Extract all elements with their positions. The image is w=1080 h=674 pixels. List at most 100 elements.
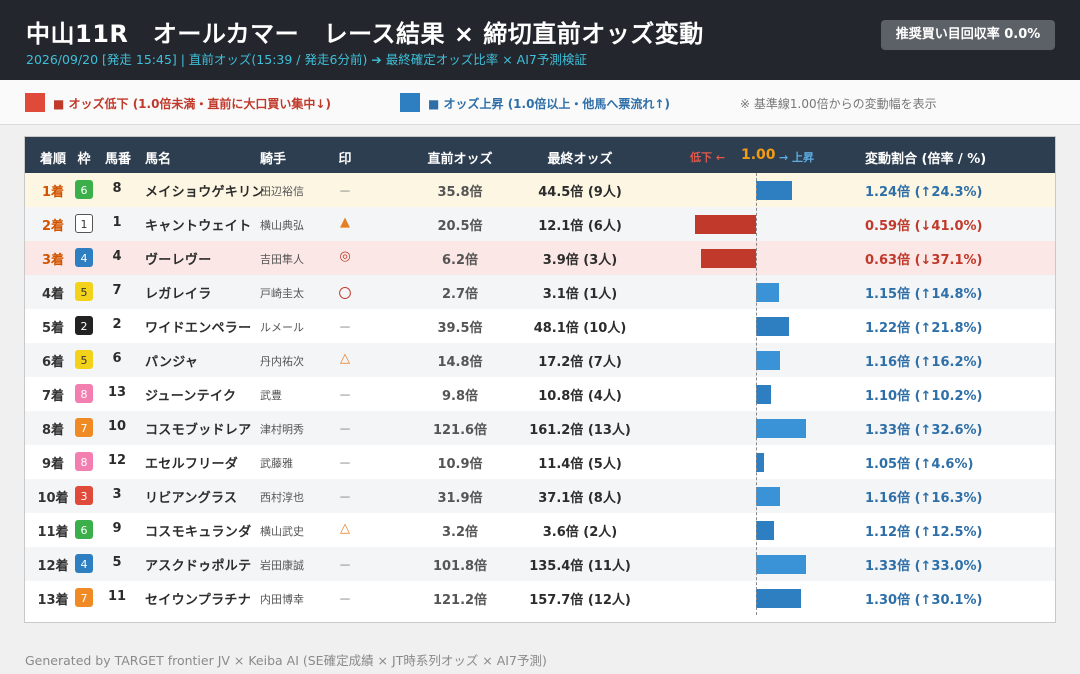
waku-badge: 5 [75, 350, 93, 369]
prediction-mark: － [338, 423, 352, 438]
pre-odds: 101.8倍 [432, 559, 488, 574]
header-waku: 枠 [77, 152, 91, 167]
horse-name: ジューンテイク [145, 389, 237, 404]
header-jockey: 騎手 [260, 152, 287, 167]
table-row: 11着 6 9 コスモキュランダ 横山武史 △ 3.2倍 3.6倍 (2人) 1.12倍 (↑1… [25, 513, 1055, 547]
prediction-mark: ◎ [339, 249, 351, 264]
prediction-mark: ▲ [340, 215, 350, 230]
horse-name: レガレイラ [145, 287, 212, 302]
legend-up-label: ■ オッズ上昇 (1.0倍以上・他馬へ票流れ↑) [428, 97, 670, 111]
jockey-name: 西村淳也 [260, 491, 304, 504]
pre-odds: 121.6倍 [432, 423, 488, 438]
final-odds: 161.2倍 (13人) [529, 423, 631, 438]
axis-down-label: 低下 ← [690, 151, 726, 164]
prediction-mark: － [338, 321, 352, 336]
horse-number: 8 [112, 181, 122, 196]
horse-name: メイショウゲキリン [145, 185, 265, 200]
horse-number: 11 [107, 589, 127, 604]
prediction-mark: 〇 [338, 287, 352, 302]
table-row: 10着 3 3 リビアングラス 西村淳也 － 31.9倍 37.1倍 (8人) 1.16倍 (↑… [25, 479, 1055, 513]
odds-change-bar [756, 181, 792, 200]
rank-cell: 5着 [41, 321, 65, 336]
jockey-name: 武藤雅 [260, 457, 293, 470]
prediction-mark: － [338, 185, 352, 200]
final-odds: 11.4倍 (5人) [538, 457, 622, 472]
odds-change-bar [756, 487, 780, 506]
jockey-name: 津村明秀 [260, 423, 304, 436]
table-row: 12着 4 5 アスクドゥポルテ 岩田康誠 － 101.8倍 135.4倍 (11人) 1.33… [25, 547, 1055, 581]
jockey-name: 横山典弘 [260, 219, 304, 232]
final-odds: 17.2倍 (7人) [538, 355, 622, 370]
footer: Generated by TARGET frontier JV × Keiba … [25, 653, 547, 668]
prediction-mark: － [338, 389, 352, 404]
ratio-label: 1.33倍 (↑32.6%) [865, 423, 983, 438]
odds-change-bar [694, 215, 756, 234]
header: 中山11R オールカマー レース結果 × 締切直前オッズ変動 2026/09/2… [0, 0, 1080, 80]
pre-odds: 31.9倍 [437, 491, 483, 506]
header-rank: 着順 [39, 152, 66, 167]
horse-number: 7 [112, 283, 122, 298]
waku-badge: 8 [75, 452, 93, 471]
odds-change-bar [700, 249, 756, 268]
rank-cell: 3着 [41, 253, 65, 268]
horse-number: 4 [112, 249, 122, 264]
waku-badge: 1 [75, 214, 93, 233]
rank-cell: 9着 [41, 457, 65, 472]
pre-odds: 35.8倍 [437, 185, 483, 200]
horse-name: アスクドゥポルテ [145, 559, 252, 574]
horse-number: 13 [107, 385, 127, 400]
roi-button[interactable]: 推奨買い目回収率 0.0% [881, 20, 1055, 50]
waku-badge: 7 [75, 588, 93, 607]
horse-number: 1 [112, 215, 122, 230]
rank-cell: 8着 [41, 423, 65, 438]
table-row: 4着 5 7 レガレイラ 戸崎圭太 〇 2.7倍 3.1倍 (1人) 1.15倍 (↑14.8%… [25, 275, 1055, 309]
ratio-label: 1.24倍 (↑24.3%) [865, 185, 983, 200]
table-row: 5着 2 2 ワイドエンペラー ルメール － 39.5倍 48.1倍 (10人) 1.22倍 (… [25, 309, 1055, 343]
rank-cell: 12着 [37, 559, 69, 574]
legend-bar: ■ オッズ低下 (1.0倍未満・直前に大口買い集中↓) ■ オッズ上昇 (1.0… [0, 80, 1080, 125]
ratio-label: 1.15倍 (↑14.8%) [865, 287, 983, 302]
ratio-label: 1.22倍 (↑21.8%) [865, 321, 983, 336]
waku-badge: 6 [75, 520, 93, 539]
waku-badge: 8 [75, 384, 93, 403]
ratio-label: 1.30倍 (↑30.1%) [865, 593, 983, 608]
prediction-mark: △ [340, 521, 350, 536]
final-odds: 44.5倍 (9人) [538, 185, 622, 200]
rank-cell: 4着 [41, 287, 65, 302]
header-num: 馬番 [105, 152, 132, 167]
prediction-mark: － [338, 491, 352, 506]
prediction-mark: － [338, 559, 352, 574]
horse-name: パンジャ [145, 355, 199, 370]
horse-number: 5 [112, 555, 122, 570]
final-odds: 157.7倍 (12人) [529, 593, 631, 608]
horse-name: リビアングラス [145, 491, 238, 506]
odds-change-bar [756, 419, 806, 438]
final-odds: 3.9倍 (3人) [542, 253, 618, 268]
horse-name: ワイドエンペラー [145, 321, 252, 336]
table-row: 6着 5 6 パンジャ 丹内祐次 △ 14.8倍 17.2倍 (7人) 1.16倍 (↑16.2… [25, 343, 1055, 377]
ratio-label: 0.63倍 (↓37.1%) [865, 253, 983, 268]
pre-odds: 2.7倍 [441, 287, 479, 302]
pre-odds: 14.8倍 [437, 355, 483, 370]
pre-odds: 20.5倍 [437, 219, 483, 234]
waku-badge: 4 [75, 554, 93, 573]
table-row: 9着 8 12 エセルフリーダ 武藤雅 － 10.9倍 11.4倍 (5人) 1.05倍 (↑4… [25, 445, 1055, 479]
waku-badge: 3 [75, 486, 93, 505]
pre-odds: 6.2倍 [441, 253, 479, 268]
axis-base-label: 1.00 [741, 147, 776, 163]
rank-cell: 6着 [41, 355, 65, 370]
rank-cell: 7着 [41, 389, 65, 404]
legend-down-swatch [25, 93, 45, 112]
waku-badge: 2 [75, 316, 93, 335]
odds-change-bar [756, 453, 764, 472]
horse-name: エセルフリーダ [145, 457, 239, 472]
table-header: 着順 枠 馬番 馬名 騎手 印 直前オッズ 最終オッズ 低下 ← 1.00 → … [25, 137, 1055, 173]
horse-number: 2 [112, 317, 122, 332]
legend-up-swatch [400, 93, 420, 112]
jockey-name: 丹内祐次 [260, 355, 304, 368]
results-table: 着順 枠 馬番 馬名 騎手 印 直前オッズ 最終オッズ 低下 ← 1.00 → … [24, 136, 1056, 623]
final-odds: 10.8倍 (4人) [538, 389, 622, 404]
ratio-label: 1.33倍 (↑33.0%) [865, 559, 983, 574]
jockey-name: 戸崎圭太 [260, 287, 304, 300]
jockey-name: ルメール [260, 321, 304, 334]
